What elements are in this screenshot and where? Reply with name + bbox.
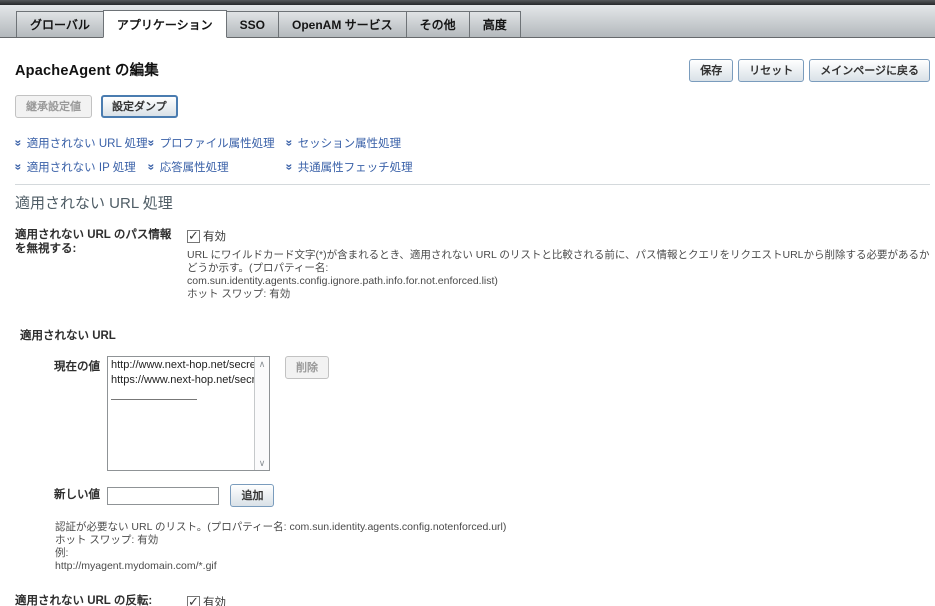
jump-link-profile-attributes[interactable]: » プロファイル属性処理 [148, 135, 286, 151]
jump-link-label: 共通属性フェッチ処理 [298, 159, 413, 175]
jump-link-label: 応答属性処理 [160, 159, 229, 175]
tab-sso[interactable]: SSO [226, 11, 279, 37]
listbox-separator-item[interactable] [111, 388, 254, 403]
tab-bar: グローバル アプリケーション SSO OpenAM サービス その他 高度 [0, 5, 935, 38]
field-ignore-path-info: 適用されない URL のパス情報を無視する: 有効 URL にワイルドカード文字… [15, 228, 930, 301]
double-down-chevron-icon: » [146, 164, 156, 171]
listbox-item[interactable]: http://www.next-hop.net/secret/ [111, 358, 254, 373]
delete-button: 削除 [285, 356, 329, 379]
jump-link-not-enforced-ip[interactable]: » 適用されない IP 処理 [15, 159, 148, 175]
scroll-up-arrow-icon[interactable]: ∧ [259, 357, 266, 371]
section-jump-links: »適用されない URL 処理 »プロファイル属性処理 »セッション属性処理 »適… [15, 135, 495, 175]
new-value-label: 新しい値 [15, 484, 100, 507]
section-divider [15, 184, 930, 185]
add-button[interactable]: 追加 [230, 484, 274, 507]
ignore-path-info-checkbox[interactable] [187, 230, 200, 243]
double-down-chevron-icon: » [284, 164, 294, 171]
section-title: 適用されない URL 処理 [15, 192, 930, 213]
tab-miscellaneous[interactable]: その他 [406, 11, 470, 37]
header-actions: 保存 リセット メインページに戻る [689, 59, 930, 82]
jump-link-not-enforced-url[interactable]: » 適用されない URL 処理 [15, 135, 148, 151]
page-title: ApacheAgent の編集 [15, 59, 159, 80]
tab-global[interactable]: グローバル [16, 11, 104, 37]
new-value-input[interactable] [107, 487, 219, 505]
double-down-chevron-icon: » [13, 140, 23, 147]
tab-advanced[interactable]: 高度 [469, 11, 521, 37]
toolbar: 継承設定値 設定ダンプ [15, 95, 930, 118]
scroll-down-arrow-icon[interactable]: ∨ [259, 456, 266, 470]
field-description: URL にワイルドカード文字(*)が含まれるとき、適用されない URL のリスト… [187, 249, 930, 301]
field-label: 適用されない URL のパス情報を無視する: [15, 228, 187, 301]
jump-link-common-attribute-fetch[interactable]: » 共通属性フェッチ処理 [286, 159, 495, 175]
save-button[interactable]: 保存 [689, 59, 733, 82]
not-enforced-url-description: 認証が必要ない URL のリスト。(プロパティー名: com.sun.ident… [55, 521, 930, 573]
listbox-scrollbar[interactable]: ∧ ∨ [254, 357, 269, 470]
page-content: ApacheAgent の編集 保存 リセット メインページに戻る 継承設定値 … [0, 59, 935, 606]
group-label-not-enforced-url: 適用されない URL [20, 327, 930, 343]
double-down-chevron-icon: » [146, 140, 156, 147]
reset-button[interactable]: リセット [738, 59, 804, 82]
jump-link-session-attributes[interactable]: » セッション属性処理 [286, 135, 495, 151]
listbox-item[interactable]: https://www.next-hop.net/secret/ [111, 373, 254, 388]
tab-application[interactable]: アプリケーション [103, 10, 227, 38]
current-values-label: 現在の値 [15, 356, 100, 471]
jump-link-label: プロファイル属性処理 [160, 135, 275, 151]
jump-link-label: 適用されない URL 処理 [27, 135, 148, 151]
field-invert-not-enforced-url: 適用されない URL の反転: 有効 適用されないリストの URL のみが適用さ… [15, 594, 930, 606]
checkbox-label: 有効 [203, 228, 226, 244]
new-value-row: 新しい値 追加 [15, 484, 930, 507]
jump-link-label: セッション属性処理 [298, 135, 402, 151]
configuration-dump-button[interactable]: 設定ダンプ [101, 95, 178, 118]
not-enforced-url-listbox[interactable]: http://www.next-hop.net/secret/ https://… [107, 356, 270, 471]
current-values-row: 現在の値 http://www.next-hop.net/secret/ htt… [15, 356, 930, 471]
jump-link-label: 適用されない IP 処理 [27, 159, 136, 175]
invert-checkbox[interactable] [187, 596, 200, 606]
field-label: 適用されない URL の反転: [15, 594, 187, 606]
jump-link-response-attributes[interactable]: » 応答属性処理 [148, 159, 286, 175]
back-to-main-page-button[interactable]: メインページに戻る [809, 59, 930, 82]
tab-openam-services[interactable]: OpenAM サービス [278, 11, 407, 37]
double-down-chevron-icon: » [284, 140, 294, 147]
double-down-chevron-icon: » [13, 164, 23, 171]
checkbox-label: 有効 [203, 594, 226, 606]
inherit-value-settings-button: 継承設定値 [15, 95, 92, 118]
